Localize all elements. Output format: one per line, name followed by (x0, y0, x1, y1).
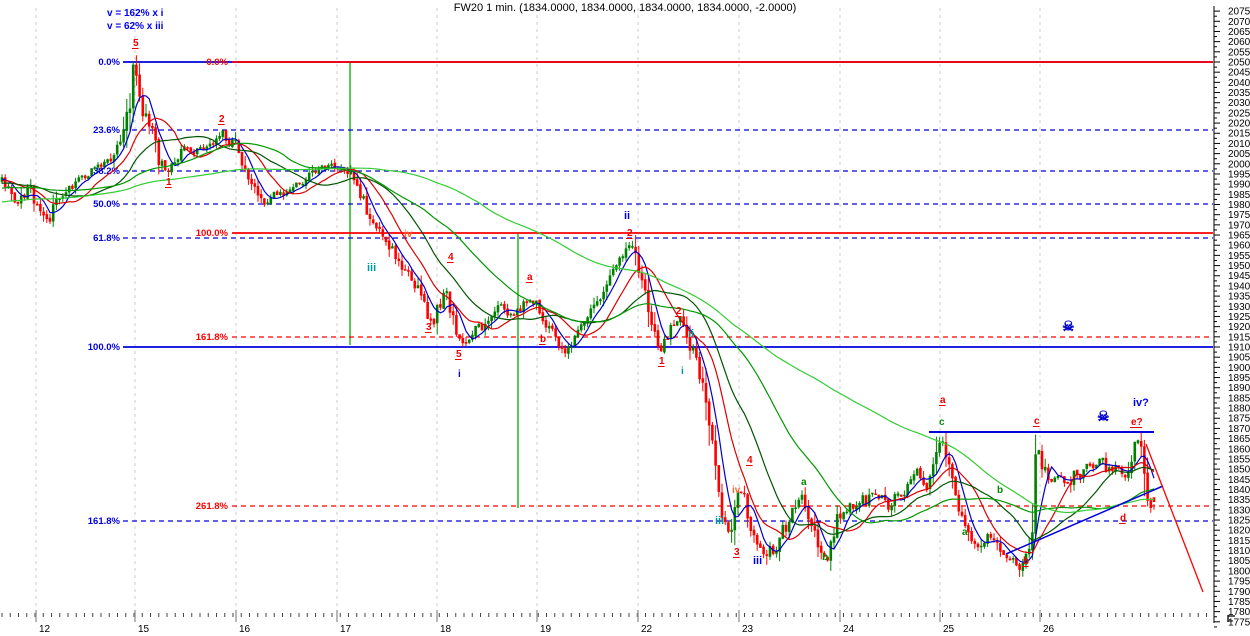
wave-label: iii (367, 262, 376, 274)
wave-label: iv (732, 485, 741, 496)
wave-label: 2 (627, 228, 633, 239)
skull-icon: ☠ (1062, 318, 1075, 334)
price-plot[interactable]: 0.0%23.6%38.2%50.0%61.8%100.0%161.8%0.0%… (0, 0, 1250, 636)
ma-line-110 (2, 168, 1154, 512)
up-candle-bodies (1, 65, 1139, 570)
wave-label: ii (688, 328, 694, 340)
wave-label: iv? (1133, 397, 1149, 409)
wave-label: b (822, 552, 828, 563)
wave-labels-layer: 512iiiiv345iabii22ii1iiv4iii3iiiabaccbab… (132, 38, 1149, 567)
wave-label: 3 (426, 322, 432, 333)
wave-label: 1 (659, 356, 665, 367)
fib-label: 261.8% (196, 501, 229, 512)
wave-label: c (1034, 416, 1040, 427)
wave-label: iv (404, 229, 413, 240)
wave-label: ii (624, 210, 630, 222)
trendline-projection-falling (1146, 444, 1203, 592)
time-axis-label: 25 (943, 624, 955, 635)
down-candle-bodies (4, 65, 1155, 570)
fib-label: 161.8% (88, 516, 121, 527)
fib-label: 100.0% (196, 228, 229, 239)
wave-label: a (962, 527, 968, 538)
wave-label: e? (1131, 417, 1143, 428)
wave-label: b (997, 485, 1003, 496)
fib-label: 23.6% (93, 125, 120, 136)
time-axis-label: 15 (138, 624, 150, 635)
price-axis-label: 1775 (1228, 617, 1250, 628)
time-axis-label: 12 (39, 624, 51, 635)
fib-label: 61.8% (93, 233, 120, 244)
wave-label: a (801, 477, 807, 488)
wave-label: iii (753, 555, 762, 567)
wave-label: 2 (219, 114, 225, 125)
time-axis-label: 24 (843, 624, 855, 635)
wave-label: 2 (676, 306, 682, 317)
time-axis-label: 22 (641, 624, 653, 635)
wave-label: iii (715, 515, 724, 527)
wave-label: 4 (747, 455, 753, 466)
wave-label: a (940, 395, 946, 406)
fib-label: 0.0% (98, 57, 120, 68)
ma-line-26 (2, 137, 1154, 541)
fib-retracement-blue: 0.0%23.6%38.2%50.0%61.8%100.0%161.8% (88, 57, 1213, 527)
wave-label: i (458, 369, 461, 380)
wave-label: c (939, 417, 945, 428)
time-axis-label: 26 (1043, 624, 1055, 635)
time-axis-label: 17 (340, 624, 352, 635)
chart-window: FW20 1 min. (1834.0000, 1834.0000, 1834.… (0, 0, 1250, 636)
chart-title: FW20 1 min. (1834.0000, 1834.0000, 1834.… (0, 2, 1250, 14)
fib-projection-note-1: v = 162% x i (107, 8, 163, 19)
wave-label: 5 (133, 38, 139, 49)
fib-retracement-red: 0.0% 100.0% 161.8% 261.8% (196, 57, 1213, 512)
time-axis-label: 19 (540, 624, 552, 635)
wave-label: d (1120, 513, 1126, 524)
wave-label: 4 (448, 252, 454, 263)
skull-icon: ☠ (1097, 408, 1110, 424)
time-axis-label: 18 (440, 624, 452, 635)
time-axis-label: 16 (239, 624, 251, 635)
wave-label: i (681, 366, 684, 377)
fib-label: 0.0% (206, 57, 228, 68)
fib-label: 50.0% (93, 199, 120, 210)
wave-label: 3 (734, 547, 740, 558)
fib-label: 161.8% (196, 332, 229, 343)
fib-label: 100.0% (88, 342, 121, 353)
skull-markers-layer: ☠☠ (1062, 318, 1110, 424)
fib-projection-note-2: v = 62% x iii (107, 21, 163, 32)
wave-label: b (540, 334, 546, 345)
wave-label: 1 (166, 177, 172, 188)
time-axis-label: 23 (742, 624, 754, 635)
price-axis: 2075207020652060205520502045204020352030… (1214, 6, 1250, 628)
trendline-support-rising (1006, 486, 1163, 554)
wave-label: a (527, 272, 533, 283)
wave-label: b (1023, 556, 1029, 567)
wave-label: 5 (456, 349, 462, 360)
time-axis: 12 15 16 17 18 19 22 23 24 25 26 (2, 610, 1207, 635)
